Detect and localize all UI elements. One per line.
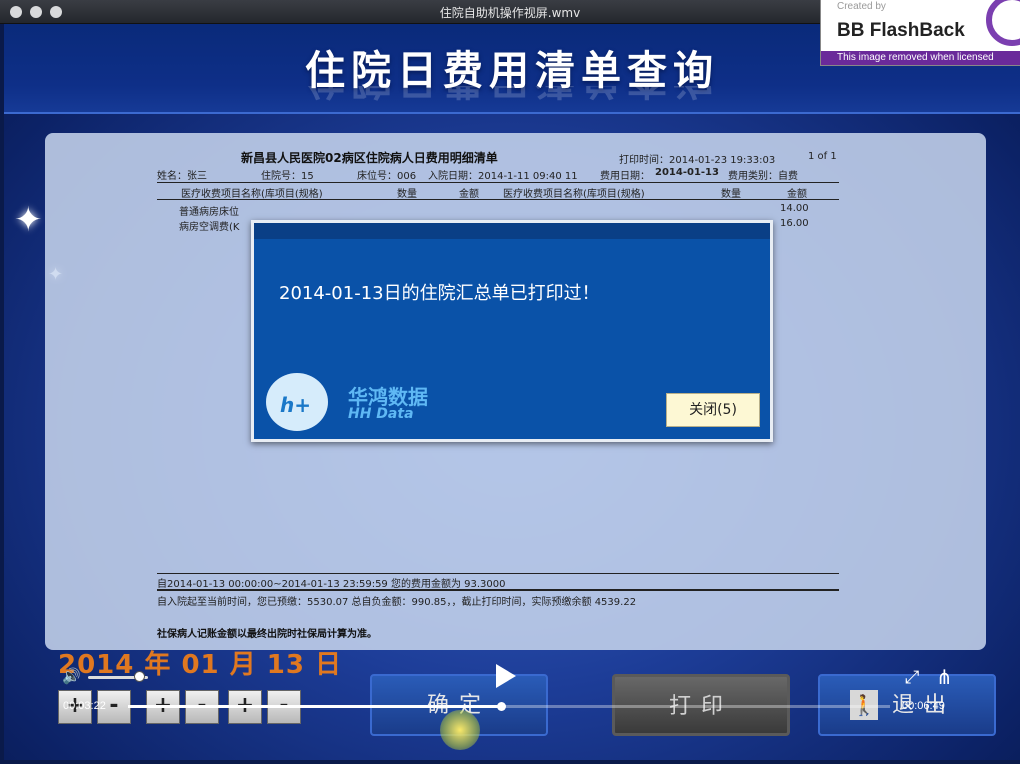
inpatient-number: 住院号：15 <box>261 171 314 182</box>
dialog-close-button[interactable]: 关闭(5) <box>666 393 760 427</box>
already-printed-dialog: 2014-01-13日的住院汇总单已打印过！ h+ 华鸿数据 HH Data 关… <box>251 220 773 442</box>
pointer-cursor-icon <box>440 710 480 750</box>
bed-number: 床位号：006 <box>357 171 417 182</box>
admission-date: 入院日期：2014-1-11 09:40 11 <box>428 171 578 182</box>
column-header-item-2: 医疗收费项目名称(库项目(规格) <box>503 189 645 200</box>
page-title-reflection: 住院日费用清单查询 <box>4 86 1020 112</box>
bill-rule <box>157 589 839 591</box>
total-time: 00:06:49 <box>902 700 945 712</box>
page-title-reflection-text: 住院日费用清单查询 <box>305 86 719 102</box>
bill-row-name: 病房空调费(K <box>179 222 240 233</box>
logo-english-text: HH Data <box>348 406 414 422</box>
bill-row-amount: 14.00 <box>780 203 809 214</box>
period-total: 自2014-01-13 00:00:00~2014-01-13 23:59:59… <box>157 579 506 590</box>
watermark-created-by: Created by <box>837 1 886 12</box>
bill-title: 新昌县人民医院02病区住院病人日费用明细清单 <box>241 151 498 165</box>
page-info: 1 of 1 <box>808 151 837 162</box>
insurance-note: 社保病人记账金额以最终出院时社保局计算为准。 <box>157 629 377 640</box>
volume-icon[interactable]: 🔊 <box>62 667 81 685</box>
bill-row-name: 普通病房床位 <box>179 207 239 218</box>
kiosk-screen: 住院日费用清单查询 住院日费用清单查询 ✦ ✦ 新昌县人民医院02病区住院病人日… <box>4 24 1020 760</box>
bill-row-amount: 16.00 <box>780 218 809 229</box>
bill-rule <box>157 199 839 200</box>
play-icon[interactable] <box>496 664 516 688</box>
patient-name: 姓名：张三 <box>157 171 207 182</box>
fee-date-label: 费用日期： <box>600 171 650 182</box>
logo-mark: h+ <box>280 393 311 417</box>
fee-type: 费用类别：自费 <box>728 171 798 182</box>
flashback-watermark: Created by BB FlashBack This image remov… <box>820 0 1020 66</box>
sparkle-icon: ✦ <box>14 200 43 240</box>
seek-progress <box>128 705 502 708</box>
current-time: 00:03:22 <box>63 700 106 712</box>
watermark-notice: This image removed when licensed <box>821 51 1020 65</box>
bill-rule <box>157 573 839 574</box>
column-header-amount: 金额 <box>459 189 479 200</box>
balance-summary: 自入院起至当前时间，您已预缴：5530.07 总自负金额：990.85，，截止打… <box>157 597 637 608</box>
seek-bar[interactable] <box>128 705 890 708</box>
flashback-logo-icon <box>986 0 1020 46</box>
bill-rule <box>157 182 839 183</box>
fee-date: 2014-01-13 <box>655 167 719 178</box>
print-time: 打印时间：2014-01-23 19:33:03 <box>619 155 776 166</box>
share-icon[interactable]: ⋔ <box>936 665 953 689</box>
column-header-amount-2: 金额 <box>787 189 807 200</box>
fullscreen-icon[interactable]: ⤢ <box>905 667 919 688</box>
volume-knob[interactable] <box>134 671 145 682</box>
watermark-brand: BB FlashBack <box>837 20 965 41</box>
dialog-header-strip <box>254 223 770 239</box>
column-header-item: 医疗收费项目名称(库项目(规格) <box>181 189 323 200</box>
column-header-qty-2: 数量 <box>721 189 741 200</box>
column-header-qty: 数量 <box>397 189 417 200</box>
dialog-message: 2014-01-13日的住院汇总单已打印过！ <box>279 283 600 304</box>
